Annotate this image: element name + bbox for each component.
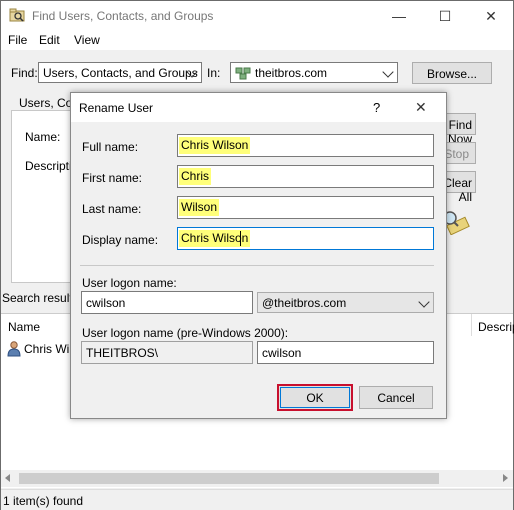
status-text: 1 item(s) found	[3, 494, 84, 508]
menu-bar: File Edit View	[1, 31, 513, 50]
title-bar: Find Users, Contacts, and Groups — ☐ ✕	[1, 1, 513, 31]
dialog-title-bar: Rename User ? ✕	[71, 93, 446, 122]
status-bar: 1 item(s) found	[1, 489, 513, 510]
horizontal-scrollbar[interactable]	[1, 470, 513, 487]
full-name-input[interactable]: Chris Wilson	[177, 134, 434, 157]
scrollbar-thumb[interactable]	[19, 473, 439, 484]
app-icon	[9, 8, 25, 22]
separator	[80, 265, 434, 266]
menu-view[interactable]: View	[74, 33, 100, 47]
name-label: Name:	[25, 130, 61, 144]
menu-edit[interactable]: Edit	[39, 33, 60, 47]
ok-button[interactable]: OK	[277, 384, 353, 411]
find-type-value: Users, Contacts, and Groups	[43, 66, 198, 80]
ok-button-label: OK	[306, 391, 324, 405]
column-header-description[interactable]: Descrip	[478, 320, 514, 334]
logon-name-label: User logon name:	[82, 276, 177, 290]
last-name-input[interactable]: Wilson	[177, 196, 434, 219]
scroll-left-icon[interactable]	[5, 474, 10, 482]
description-label: Descripti	[25, 159, 72, 173]
last-name-label: Last name:	[82, 202, 142, 216]
maximize-button[interactable]: ☐	[422, 2, 468, 30]
find-label: Find:	[11, 66, 38, 80]
first-name-value: Chris	[179, 168, 212, 185]
pre2000-logon-value: cwilson	[262, 346, 302, 360]
find-type-select[interactable]: Users, Contacts, and Groups	[38, 62, 202, 83]
pre2000-label: User logon name (pre-Windows 2000):	[82, 326, 289, 340]
domain-icon	[235, 66, 251, 80]
in-label: In:	[207, 66, 221, 80]
display-name-input[interactable]: Chris Wilson	[177, 227, 434, 250]
text-cursor	[240, 231, 241, 246]
upn-suffix-value: @theitbros.com	[262, 296, 347, 310]
pre2000-domain-value: THEITBROS\	[86, 346, 159, 360]
display-name-label: Display name:	[82, 233, 159, 247]
last-name-value: Wilson	[179, 199, 220, 216]
pre2000-domain-field: THEITBROS\	[81, 341, 253, 364]
upn-suffix-select[interactable]: @theitbros.com	[257, 292, 434, 313]
minimize-button[interactable]: —	[376, 2, 422, 30]
dialog-close-button[interactable]: ✕	[415, 99, 427, 116]
pre2000-logon-input[interactable]: cwilson	[257, 341, 434, 364]
first-name-label: First name:	[82, 171, 143, 185]
chevron-down-icon	[382, 66, 394, 78]
column-header-name[interactable]: Name	[8, 320, 40, 334]
in-location-value: theitbros.com	[255, 66, 328, 80]
scroll-right-icon[interactable]	[503, 474, 508, 482]
browse-button-label: Browse...	[426, 67, 477, 81]
help-button[interactable]: ?	[373, 100, 380, 115]
close-button[interactable]: ✕	[468, 2, 514, 30]
logon-name-value: cwilson	[86, 296, 126, 310]
logon-name-input[interactable]: cwilson	[81, 291, 253, 314]
rename-user-dialog: Rename User ? ✕ Full name: Chris Wilson …	[70, 92, 447, 419]
column-divider	[471, 314, 472, 336]
chevron-down-icon	[418, 296, 430, 308]
in-location-select[interactable]: theitbros.com	[230, 62, 398, 83]
full-name-label: Full name:	[82, 140, 139, 154]
first-name-input[interactable]: Chris	[177, 165, 434, 188]
user-icon	[7, 341, 21, 357]
cancel-button-label: Cancel	[377, 391, 415, 405]
window-title: Find Users, Contacts, and Groups	[32, 9, 214, 23]
browse-button[interactable]: Browse...	[412, 62, 492, 84]
cancel-button[interactable]: Cancel	[359, 386, 433, 409]
full-name-value: Chris Wilson	[179, 137, 251, 154]
dialog-title: Rename User	[79, 101, 154, 115]
menu-file[interactable]: File	[8, 33, 27, 47]
row-name: Chris Wil	[24, 342, 72, 356]
